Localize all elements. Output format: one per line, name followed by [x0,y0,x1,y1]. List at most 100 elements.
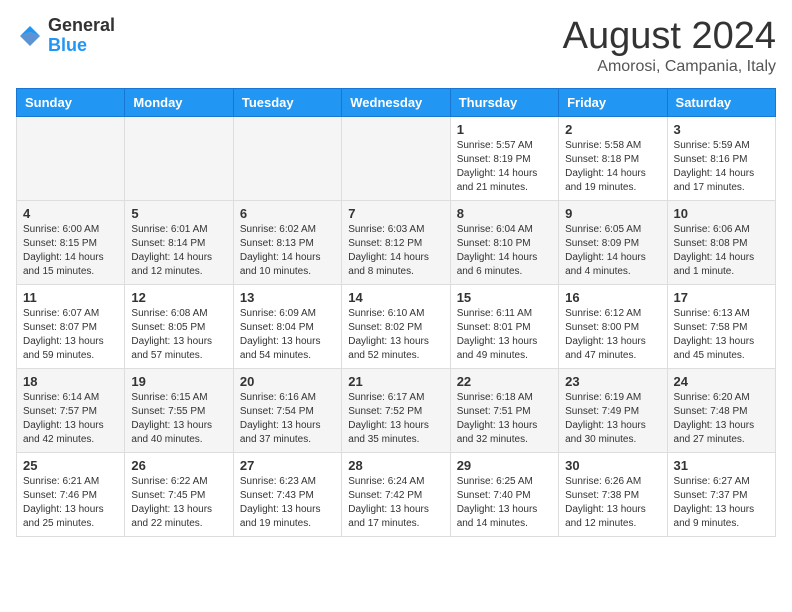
day-number: 4 [23,206,118,221]
day-number: 28 [348,458,443,473]
calendar-cell-5-3: 27Sunrise: 6:23 AM Sunset: 7:43 PM Dayli… [233,452,341,536]
day-info: Sunrise: 6:00 AM Sunset: 8:15 PM Dayligh… [23,223,118,279]
day-number: 3 [674,122,769,137]
day-info: Sunrise: 6:03 AM Sunset: 8:12 PM Dayligh… [348,223,443,279]
calendar-cell-1-4 [342,116,450,200]
weekday-header-friday: Friday [559,88,667,116]
day-info: Sunrise: 6:14 AM Sunset: 7:57 PM Dayligh… [23,391,118,447]
calendar-cell-2-2: 5Sunrise: 6:01 AM Sunset: 8:14 PM Daylig… [125,200,233,284]
day-info: Sunrise: 6:02 AM Sunset: 8:13 PM Dayligh… [240,223,335,279]
logo-icon [16,22,44,50]
day-number: 12 [131,290,226,305]
calendar-cell-5-1: 25 Sunrise: 6:21 AM Sunset: 7:46 PM Dayli… [17,452,125,536]
weekday-header-tuesday: Tuesday [233,88,341,116]
calendar-body: 1Sunrise: 5:57 AM Sunset: 8:19 PM Daylig… [17,116,776,536]
page-header: General Blue August 2024 Amorosi, Campan… [16,16,776,76]
day-number: 31 [674,458,769,473]
logo: General Blue [16,16,115,56]
day-info: Sunrise: 6:26 AM Sunset: 7:38 PM Dayligh… [565,475,660,531]
calendar-cell-4-7: 24 Sunrise: 6:20 AM Sunset: 7:48 PM Dayli… [667,368,775,452]
day-number: 2 [565,122,660,137]
calendar-cell-3-7: 17Sunrise: 6:13 AM Sunset: 7:58 PM Dayli… [667,284,775,368]
calendar-cell-2-7: 10Sunrise: 6:06 AM Sunset: 8:08 PM Dayli… [667,200,775,284]
calendar-cell-2-5: 8 Sunrise: 6:04 AM Sunset: 8:10 PM Daylig… [450,200,558,284]
day-number: 16 [565,290,660,305]
title-block: August 2024 Amorosi, Campania, Italy [563,16,776,76]
calendar-cell-5-7: 31 Sunrise: 6:27 AM Sunset: 7:37 PM Dayli… [667,452,775,536]
weekday-row: SundayMondayTuesdayWednesdayThursdayFrid… [17,88,776,116]
calendar-cell-4-2: 19 Sunrise: 6:15 AM Sunset: 7:55 PM Dayli… [125,368,233,452]
calendar-cell-1-6: 2 Sunrise: 5:58 AM Sunset: 8:18 PM Daylig… [559,116,667,200]
day-number: 21 [348,374,443,389]
day-info: Sunrise: 6:16 AM Sunset: 7:54 PM Dayligh… [240,391,335,447]
day-info: Sunrise: 6:18 AM Sunset: 7:51 PM Dayligh… [457,391,552,447]
day-number: 6 [240,206,335,221]
calendar-cell-3-4: 14 Sunrise: 6:10 AM Sunset: 8:02 PM Dayli… [342,284,450,368]
calendar-cell-3-5: 15Sunrise: 6:11 AM Sunset: 8:01 PM Dayli… [450,284,558,368]
weekday-header-sunday: Sunday [17,88,125,116]
calendar-week-3: 11Sunrise: 6:07 AM Sunset: 8:07 PM Dayli… [17,284,776,368]
calendar-cell-1-5: 1Sunrise: 5:57 AM Sunset: 8:19 PM Daylig… [450,116,558,200]
day-number: 22 [457,374,552,389]
day-number: 13 [240,290,335,305]
day-info: Sunrise: 6:05 AM Sunset: 8:09 PM Dayligh… [565,223,660,279]
logo-text-blue: Blue [48,35,87,55]
weekday-header-thursday: Thursday [450,88,558,116]
day-number: 25 [23,458,118,473]
calendar-cell-1-3 [233,116,341,200]
day-number: 30 [565,458,660,473]
day-info: Sunrise: 6:24 AM Sunset: 7:42 PM Dayligh… [348,475,443,531]
calendar-cell-4-1: 18 Sunrise: 6:14 AM Sunset: 7:57 PM Dayli… [17,368,125,452]
calendar-week-1: 1Sunrise: 5:57 AM Sunset: 8:19 PM Daylig… [17,116,776,200]
calendar-cell-2-4: 7 Sunrise: 6:03 AM Sunset: 8:12 PM Daylig… [342,200,450,284]
day-number: 10 [674,206,769,221]
day-info: Sunrise: 6:04 AM Sunset: 8:10 PM Dayligh… [457,223,552,279]
weekday-header-monday: Monday [125,88,233,116]
calendar-cell-2-6: 9 Sunrise: 6:05 AM Sunset: 8:09 PM Daylig… [559,200,667,284]
calendar-header: SundayMondayTuesdayWednesdayThursdayFrid… [17,88,776,116]
day-number: 23 [565,374,660,389]
day-number: 29 [457,458,552,473]
logo-text-general: General [48,15,115,35]
day-info: Sunrise: 6:20 AM Sunset: 7:48 PM Dayligh… [674,391,769,447]
day-info: Sunrise: 6:08 AM Sunset: 8:05 PM Dayligh… [131,307,226,363]
day-info: Sunrise: 6:22 AM Sunset: 7:45 PM Dayligh… [131,475,226,531]
day-info: Sunrise: 6:09 AM Sunset: 8:04 PM Dayligh… [240,307,335,363]
day-info: Sunrise: 5:58 AM Sunset: 8:18 PM Dayligh… [565,139,660,195]
day-info: Sunrise: 6:17 AM Sunset: 7:52 PM Dayligh… [348,391,443,447]
day-info: Sunrise: 6:10 AM Sunset: 8:02 PM Dayligh… [348,307,443,363]
calendar-cell-3-3: 13 Sunrise: 6:09 AM Sunset: 8:04 PM Dayli… [233,284,341,368]
day-info: Sunrise: 6:19 AM Sunset: 7:49 PM Dayligh… [565,391,660,447]
day-number: 8 [457,206,552,221]
day-info: Sunrise: 6:13 AM Sunset: 7:58 PM Dayligh… [674,307,769,363]
day-info: Sunrise: 6:01 AM Sunset: 8:14 PM Dayligh… [131,223,226,279]
day-number: 27 [240,458,335,473]
day-info: Sunrise: 6:25 AM Sunset: 7:40 PM Dayligh… [457,475,552,531]
calendar-week-2: 4 Sunrise: 6:00 AM Sunset: 8:15 PM Daylig… [17,200,776,284]
day-number: 7 [348,206,443,221]
calendar-cell-5-2: 26Sunrise: 6:22 AM Sunset: 7:45 PM Dayli… [125,452,233,536]
calendar-cell-4-5: 22 Sunrise: 6:18 AM Sunset: 7:51 PM Dayli… [450,368,558,452]
weekday-header-saturday: Saturday [667,88,775,116]
calendar-cell-4-4: 21 Sunrise: 6:17 AM Sunset: 7:52 PM Dayli… [342,368,450,452]
day-info: Sunrise: 6:21 AM Sunset: 7:46 PM Dayligh… [23,475,118,531]
day-number: 20 [240,374,335,389]
calendar-table: SundayMondayTuesdayWednesdayThursdayFrid… [16,88,776,537]
calendar-cell-3-2: 12 Sunrise: 6:08 AM Sunset: 8:05 PM Dayli… [125,284,233,368]
day-number: 18 [23,374,118,389]
calendar-cell-2-3: 6 Sunrise: 6:02 AM Sunset: 8:13 PM Daylig… [233,200,341,284]
day-number: 9 [565,206,660,221]
day-number: 19 [131,374,226,389]
day-number: 15 [457,290,552,305]
day-info: Sunrise: 6:27 AM Sunset: 7:37 PM Dayligh… [674,475,769,531]
day-number: 14 [348,290,443,305]
weekday-header-wednesday: Wednesday [342,88,450,116]
calendar-cell-3-1: 11Sunrise: 6:07 AM Sunset: 8:07 PM Dayli… [17,284,125,368]
day-info: Sunrise: 5:57 AM Sunset: 8:19 PM Dayligh… [457,139,552,195]
calendar-cell-5-4: 28 Sunrise: 6:24 AM Sunset: 7:42 PM Dayli… [342,452,450,536]
calendar-week-5: 25 Sunrise: 6:21 AM Sunset: 7:46 PM Dayli… [17,452,776,536]
calendar-cell-4-3: 20 Sunrise: 6:16 AM Sunset: 7:54 PM Dayli… [233,368,341,452]
day-number: 24 [674,374,769,389]
day-info: Sunrise: 5:59 AM Sunset: 8:16 PM Dayligh… [674,139,769,195]
day-info: Sunrise: 6:15 AM Sunset: 7:55 PM Dayligh… [131,391,226,447]
